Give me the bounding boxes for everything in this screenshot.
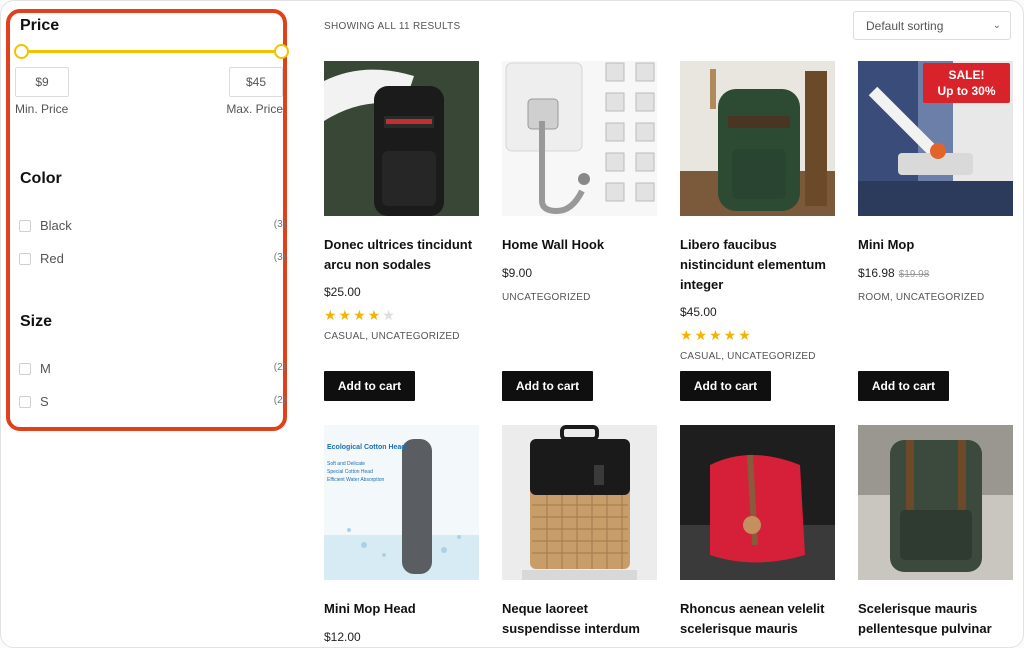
add-to-cart-button[interactable]: Add to cart (858, 371, 949, 401)
image-caption-title: Ecological Cotton Head (327, 444, 406, 451)
price-slider-max-handle[interactable] (274, 44, 289, 59)
add-to-cart-button[interactable]: Add to cart (502, 371, 593, 401)
shop-page: Price $9 $45 Min. Price Max. Price Color… (0, 0, 1024, 648)
filter-option-count: (2) (273, 395, 286, 406)
image-caption-line: Special Cotton Head (327, 469, 373, 475)
product-image-woven-bag[interactable] (502, 425, 657, 580)
product-image-red-backpack[interactable] (680, 425, 835, 580)
min-price-label: Min. Price (15, 102, 69, 116)
star-rating: ★★★★★ (324, 307, 397, 324)
sale-badge-discount: Up to 30% (937, 84, 996, 98)
min-price-input[interactable]: $9 (15, 67, 69, 97)
filter-option-label: Black (40, 218, 72, 233)
sale-badge-label: SALE! (948, 68, 985, 82)
image-caption-line: Efficient Water Absorption (327, 477, 384, 483)
add-to-cart-button[interactable]: Add to cart (324, 371, 415, 401)
product-price: $16.98 $19.98 (858, 266, 929, 280)
color-filter-title: Color (20, 170, 62, 187)
star-empty-icon: ★ (382, 307, 397, 323)
product-name[interactable]: Rhoncus aenean velelit scelerisque mauri… (680, 599, 840, 639)
product-name[interactable]: Donec ultrices tincidunt arcu non sodale… (324, 235, 484, 275)
size-filter-title: Size (20, 313, 53, 330)
product-price: $12.00 (324, 630, 361, 644)
filter-sidebar: Price $9 $45 Min. Price Max. Price Color… (6, 9, 289, 431)
price-slider-track[interactable] (22, 50, 283, 53)
filter-option-label: Red (40, 251, 64, 266)
filter-option-count: (3) (273, 219, 286, 230)
star-icon: ★★★★ (324, 307, 383, 323)
product-name[interactable]: Neque laoreet suspendisse interdum conse… (502, 599, 662, 639)
price-slider-min-handle[interactable] (14, 44, 29, 59)
color-option-red[interactable]: Red (3) (19, 251, 286, 267)
checkbox[interactable] (19, 253, 31, 265)
filter-option-count: (3) (273, 252, 286, 263)
sort-selected-label: Default sorting (866, 18, 944, 33)
max-price-input[interactable]: $45 (229, 67, 283, 97)
color-option-black[interactable]: Black (3) (19, 218, 286, 234)
filter-option-label: S (40, 394, 49, 409)
product-name[interactable]: Scelerisque mauris pellentesque pulvinar (858, 599, 1018, 639)
product-name[interactable]: Mini Mop Head (324, 599, 484, 619)
filter-option-label: M (40, 361, 51, 376)
regular-price: $19.98 (898, 269, 930, 280)
checkbox[interactable] (19, 396, 31, 408)
product-image-green-backpack[interactable] (680, 61, 835, 216)
price-filter-title: Price (20, 17, 60, 34)
checkbox[interactable] (19, 363, 31, 375)
product-name[interactable]: Mini Mop (858, 235, 1018, 255)
product-price: $9.00 (502, 266, 533, 280)
product-image-black-backpack[interactable] (324, 61, 479, 216)
sale-price: $16.98 (858, 266, 895, 280)
results-count: SHOWING ALL 11 RESULTS (324, 21, 461, 32)
product-image-canvas-backpack[interactable] (858, 425, 1013, 580)
product-price: $45.00 (680, 305, 717, 319)
product-categories[interactable]: CASUAL, UNCATEGORIZED (680, 351, 816, 362)
chevron-down-icon: ⌄ (992, 20, 1001, 31)
checkbox[interactable] (19, 220, 31, 232)
product-name[interactable]: Libero faucibus nistincidunt elementum i… (680, 235, 840, 295)
product-image-mop-head[interactable]: Ecological Cotton Head Soft and Delicate… (324, 425, 479, 580)
filter-option-count: (2) (273, 362, 286, 373)
product-price: $25.00 (324, 285, 361, 299)
size-option-s[interactable]: S (2) (19, 394, 286, 410)
product-image-mini-mop[interactable]: SALE! Up to 30% (858, 61, 1013, 216)
product-name[interactable]: Home Wall Hook (502, 235, 662, 255)
product-categories[interactable]: CASUAL, UNCATEGORIZED (324, 331, 460, 342)
add-to-cart-button[interactable]: Add to cart (680, 371, 771, 401)
product-image-wall-hook[interactable] (502, 61, 657, 216)
star-rating: ★★★★★ (680, 327, 753, 344)
product-categories[interactable]: UNCATEGORIZED (502, 292, 591, 303)
sort-select[interactable]: Default sorting ⌄ (853, 11, 1011, 40)
star-icon: ★★★★★ (680, 327, 753, 343)
sale-badge: SALE! Up to 30% (923, 63, 1010, 103)
size-option-m[interactable]: M (2) (19, 361, 286, 377)
image-caption-line: Soft and Delicate (327, 461, 365, 467)
max-price-label: Max. Price (226, 102, 283, 116)
product-categories[interactable]: ROOM, UNCATEGORIZED (858, 292, 984, 303)
